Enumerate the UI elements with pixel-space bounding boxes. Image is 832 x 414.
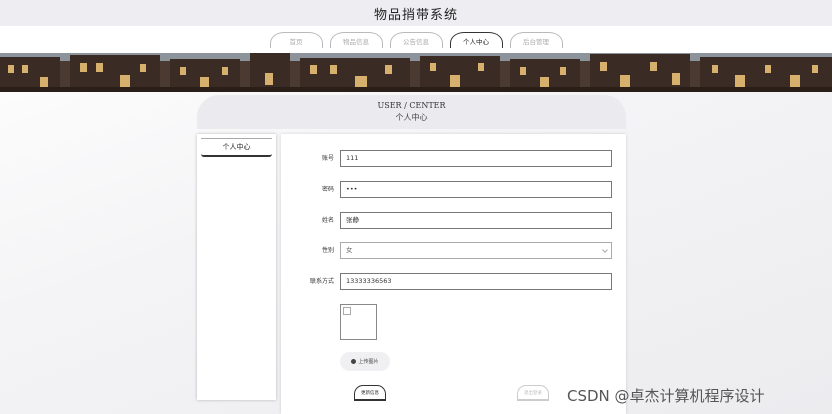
form-row-gender: 性别 女 bbox=[281, 242, 626, 259]
password-label: 密码 bbox=[321, 186, 334, 193]
tab-home[interactable]: 首页 bbox=[269, 32, 323, 48]
gender-select-value: 女 bbox=[346, 246, 353, 254]
contact-label: 联系方式 bbox=[309, 278, 334, 285]
gender-select[interactable]: 女 bbox=[340, 242, 612, 259]
update-info-button[interactable]: 更新信息 bbox=[354, 385, 386, 401]
chevron-down-icon bbox=[602, 247, 608, 253]
tab-announcements[interactable]: 公告信息 bbox=[389, 32, 443, 48]
account-label: 账号 bbox=[321, 155, 334, 162]
account-input[interactable]: 111 bbox=[340, 150, 612, 167]
tab-item-info[interactable]: 物品信息 bbox=[329, 32, 383, 48]
form-row-account: 账号 111 bbox=[281, 150, 626, 167]
profile-form: 账号 111 密码 ••• 姓名 张静 性别 女 联系方式 1333333656… bbox=[281, 134, 626, 414]
site-title: 物品捎带系统 bbox=[373, 7, 458, 23]
name-label: 姓名 bbox=[321, 217, 334, 224]
upload-image-label: 上传图片 bbox=[358, 359, 379, 365]
tab-personal-center[interactable]: 个人中心 bbox=[449, 32, 503, 48]
gender-label: 性别 bbox=[321, 247, 334, 254]
sidebar: 个人中心 bbox=[197, 134, 276, 400]
contact-input[interactable]: 13333336563 bbox=[340, 273, 612, 290]
section-title-cn: 个人中心 bbox=[395, 113, 428, 122]
nav-bar: 首页 物品信息 公告信息 个人中心 后台管理 bbox=[0, 26, 832, 53]
form-row-contact: 联系方式 13333336563 bbox=[281, 273, 626, 290]
avatar-image bbox=[340, 304, 377, 340]
title-bar: 物品捎带系统 bbox=[0, 0, 832, 26]
broken-image-icon bbox=[343, 307, 351, 315]
logout-button[interactable]: 退出登录 bbox=[517, 385, 549, 401]
banner-street-scene bbox=[0, 53, 832, 92]
watermark-text: CSDN @卓杰计算机程序设计 bbox=[567, 387, 765, 405]
upload-icon bbox=[351, 359, 357, 364]
form-row-password: 密码 ••• bbox=[281, 181, 626, 198]
sidebar-item-personal-center[interactable]: 个人中心 bbox=[201, 138, 272, 157]
banner-image bbox=[0, 53, 832, 92]
tab-admin[interactable]: 后台管理 bbox=[509, 32, 563, 48]
upload-image-button[interactable]: 上传图片 bbox=[340, 352, 390, 371]
section-title-en: USER / CENTER bbox=[377, 101, 446, 110]
name-input[interactable]: 张静 bbox=[340, 212, 612, 229]
section-header: USER / CENTER 个人中心 bbox=[197, 95, 626, 129]
form-row-name: 姓名 张静 bbox=[281, 212, 626, 229]
password-input[interactable]: ••• bbox=[340, 181, 612, 198]
